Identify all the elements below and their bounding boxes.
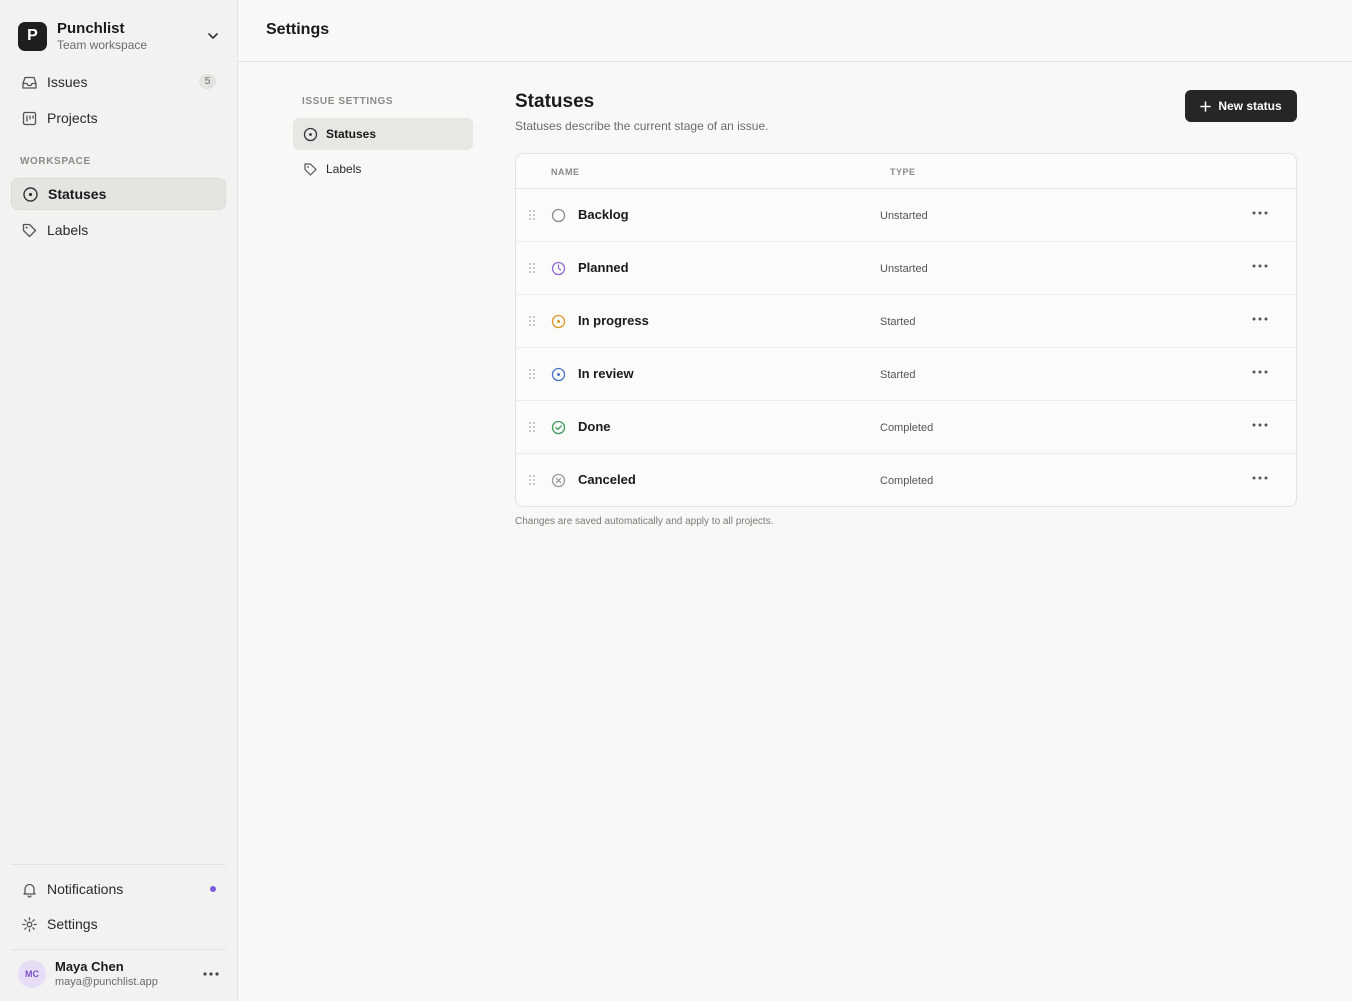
sidebar-item-issues[interactable]: Issues 5 [11,66,226,98]
sidebar: P Punchlist Team workspace Issues 5 Proj… [0,0,238,1001]
backlog-icon [551,208,566,223]
tag-icon [20,221,38,239]
inbox-icon [20,73,38,91]
topbar: Settings [238,0,1352,62]
status-name: Planned [578,260,629,275]
sidebar-item-labels[interactable]: Labels [11,214,226,246]
status-name: Done [578,419,611,434]
content-description: Statuses describe the current stage of a… [515,119,769,133]
table-header: NAME TYPE [516,154,1296,189]
in-progress-icon [551,314,566,329]
table-row[interactable]: In review Started [516,348,1296,401]
canceled-icon [551,473,566,488]
avatar: MC [18,960,46,988]
bell-icon [20,880,38,898]
sidebar-section-label: WORKSPACE [20,156,91,167]
status-type: Unstarted [880,263,928,275]
sidebar-divider [11,864,226,865]
more-options-icon[interactable] [1250,471,1270,485]
user-name: Maya Chen [55,959,124,974]
subnav-item-label: Statuses [326,127,377,141]
more-options-icon[interactable] [1250,259,1270,273]
user-account[interactable]: MC Maya Chen maya@punchlist.app [11,954,226,994]
sidebar-item-label: Settings [47,916,98,932]
notification-dot [210,886,216,892]
chevron-down-icon [208,33,218,39]
drag-handle-icon[interactable] [527,421,537,433]
sidebar-item-label: Issues [47,74,88,90]
status-icon [302,126,318,142]
gear-icon [20,915,38,933]
drag-handle-icon[interactable] [527,368,537,380]
new-status-button[interactable]: New status [1185,90,1297,122]
status-type: Unstarted [880,210,928,222]
plus-icon [1200,100,1212,112]
sidebar-item-statuses[interactable]: Statuses [11,178,226,210]
status-type: Completed [880,422,934,434]
more-options-icon[interactable] [1250,206,1270,220]
table-row[interactable]: Done Completed [516,401,1296,454]
sidebar-item-label: Notifications [47,881,124,897]
more-options-icon[interactable] [1250,312,1270,326]
table-row[interactable]: In progress Started [516,295,1296,348]
sidebar-item-settings[interactable]: Settings [11,908,226,940]
sidebar-item-label: Labels [47,222,89,238]
drag-handle-icon[interactable] [527,315,537,327]
sidebar-item-notifications[interactable]: Notifications [11,873,226,905]
status-name: Backlog [578,207,629,222]
sidebar-item-projects[interactable]: Projects [11,102,226,134]
more-options-icon[interactable] [201,966,221,982]
status-type: Completed [880,475,934,487]
planned-icon [551,261,566,276]
status-name: In review [578,366,634,381]
tag-icon [302,161,318,177]
autosave-note: Changes are saved automatically and appl… [515,516,774,527]
workspace-switcher[interactable]: P Punchlist Team workspace [11,14,226,58]
status-name: Canceled [578,472,636,487]
done-icon [551,420,566,435]
content-title: Statuses [515,91,595,112]
new-status-label: New status [1218,99,1282,113]
user-email: maya@punchlist.app [55,976,158,988]
more-options-icon[interactable] [1250,418,1270,432]
projects-icon [20,109,38,127]
table-row[interactable]: Canceled Completed [516,454,1296,506]
more-options-icon[interactable] [1250,365,1270,379]
sidebar-divider [11,949,226,950]
status-type: Started [880,316,916,328]
subnav-item-label: Labels [326,162,362,176]
column-header-name: NAME [551,167,580,177]
subnav-item-statuses[interactable]: Statuses [293,118,473,150]
table-row[interactable]: Planned Unstarted [516,242,1296,295]
column-header-type: TYPE [890,167,916,177]
sidebar-item-label: Projects [47,110,98,126]
workspace-subtitle: Team workspace [57,37,148,52]
table-row[interactable]: Backlog Unstarted [516,189,1296,242]
drag-handle-icon[interactable] [527,209,537,221]
status-name: In progress [578,313,649,328]
sidebar-item-label: Statuses [48,186,107,202]
statuses-table: NAME TYPE Backlog Unstarted Planned Unst… [515,153,1297,507]
workspace-name: Punchlist [57,19,125,37]
issues-count-badge: 5 [199,74,216,89]
status-icon [21,185,39,203]
subnav-section-label: ISSUE SETTINGS [302,96,394,107]
subnav-item-labels[interactable]: Labels [293,153,473,185]
drag-handle-icon[interactable] [527,262,537,274]
in-review-icon [551,367,566,382]
status-type: Started [880,369,916,381]
drag-handle-icon[interactable] [527,474,537,486]
workspace-logo: P [18,21,47,51]
page-title: Settings [266,21,330,38]
